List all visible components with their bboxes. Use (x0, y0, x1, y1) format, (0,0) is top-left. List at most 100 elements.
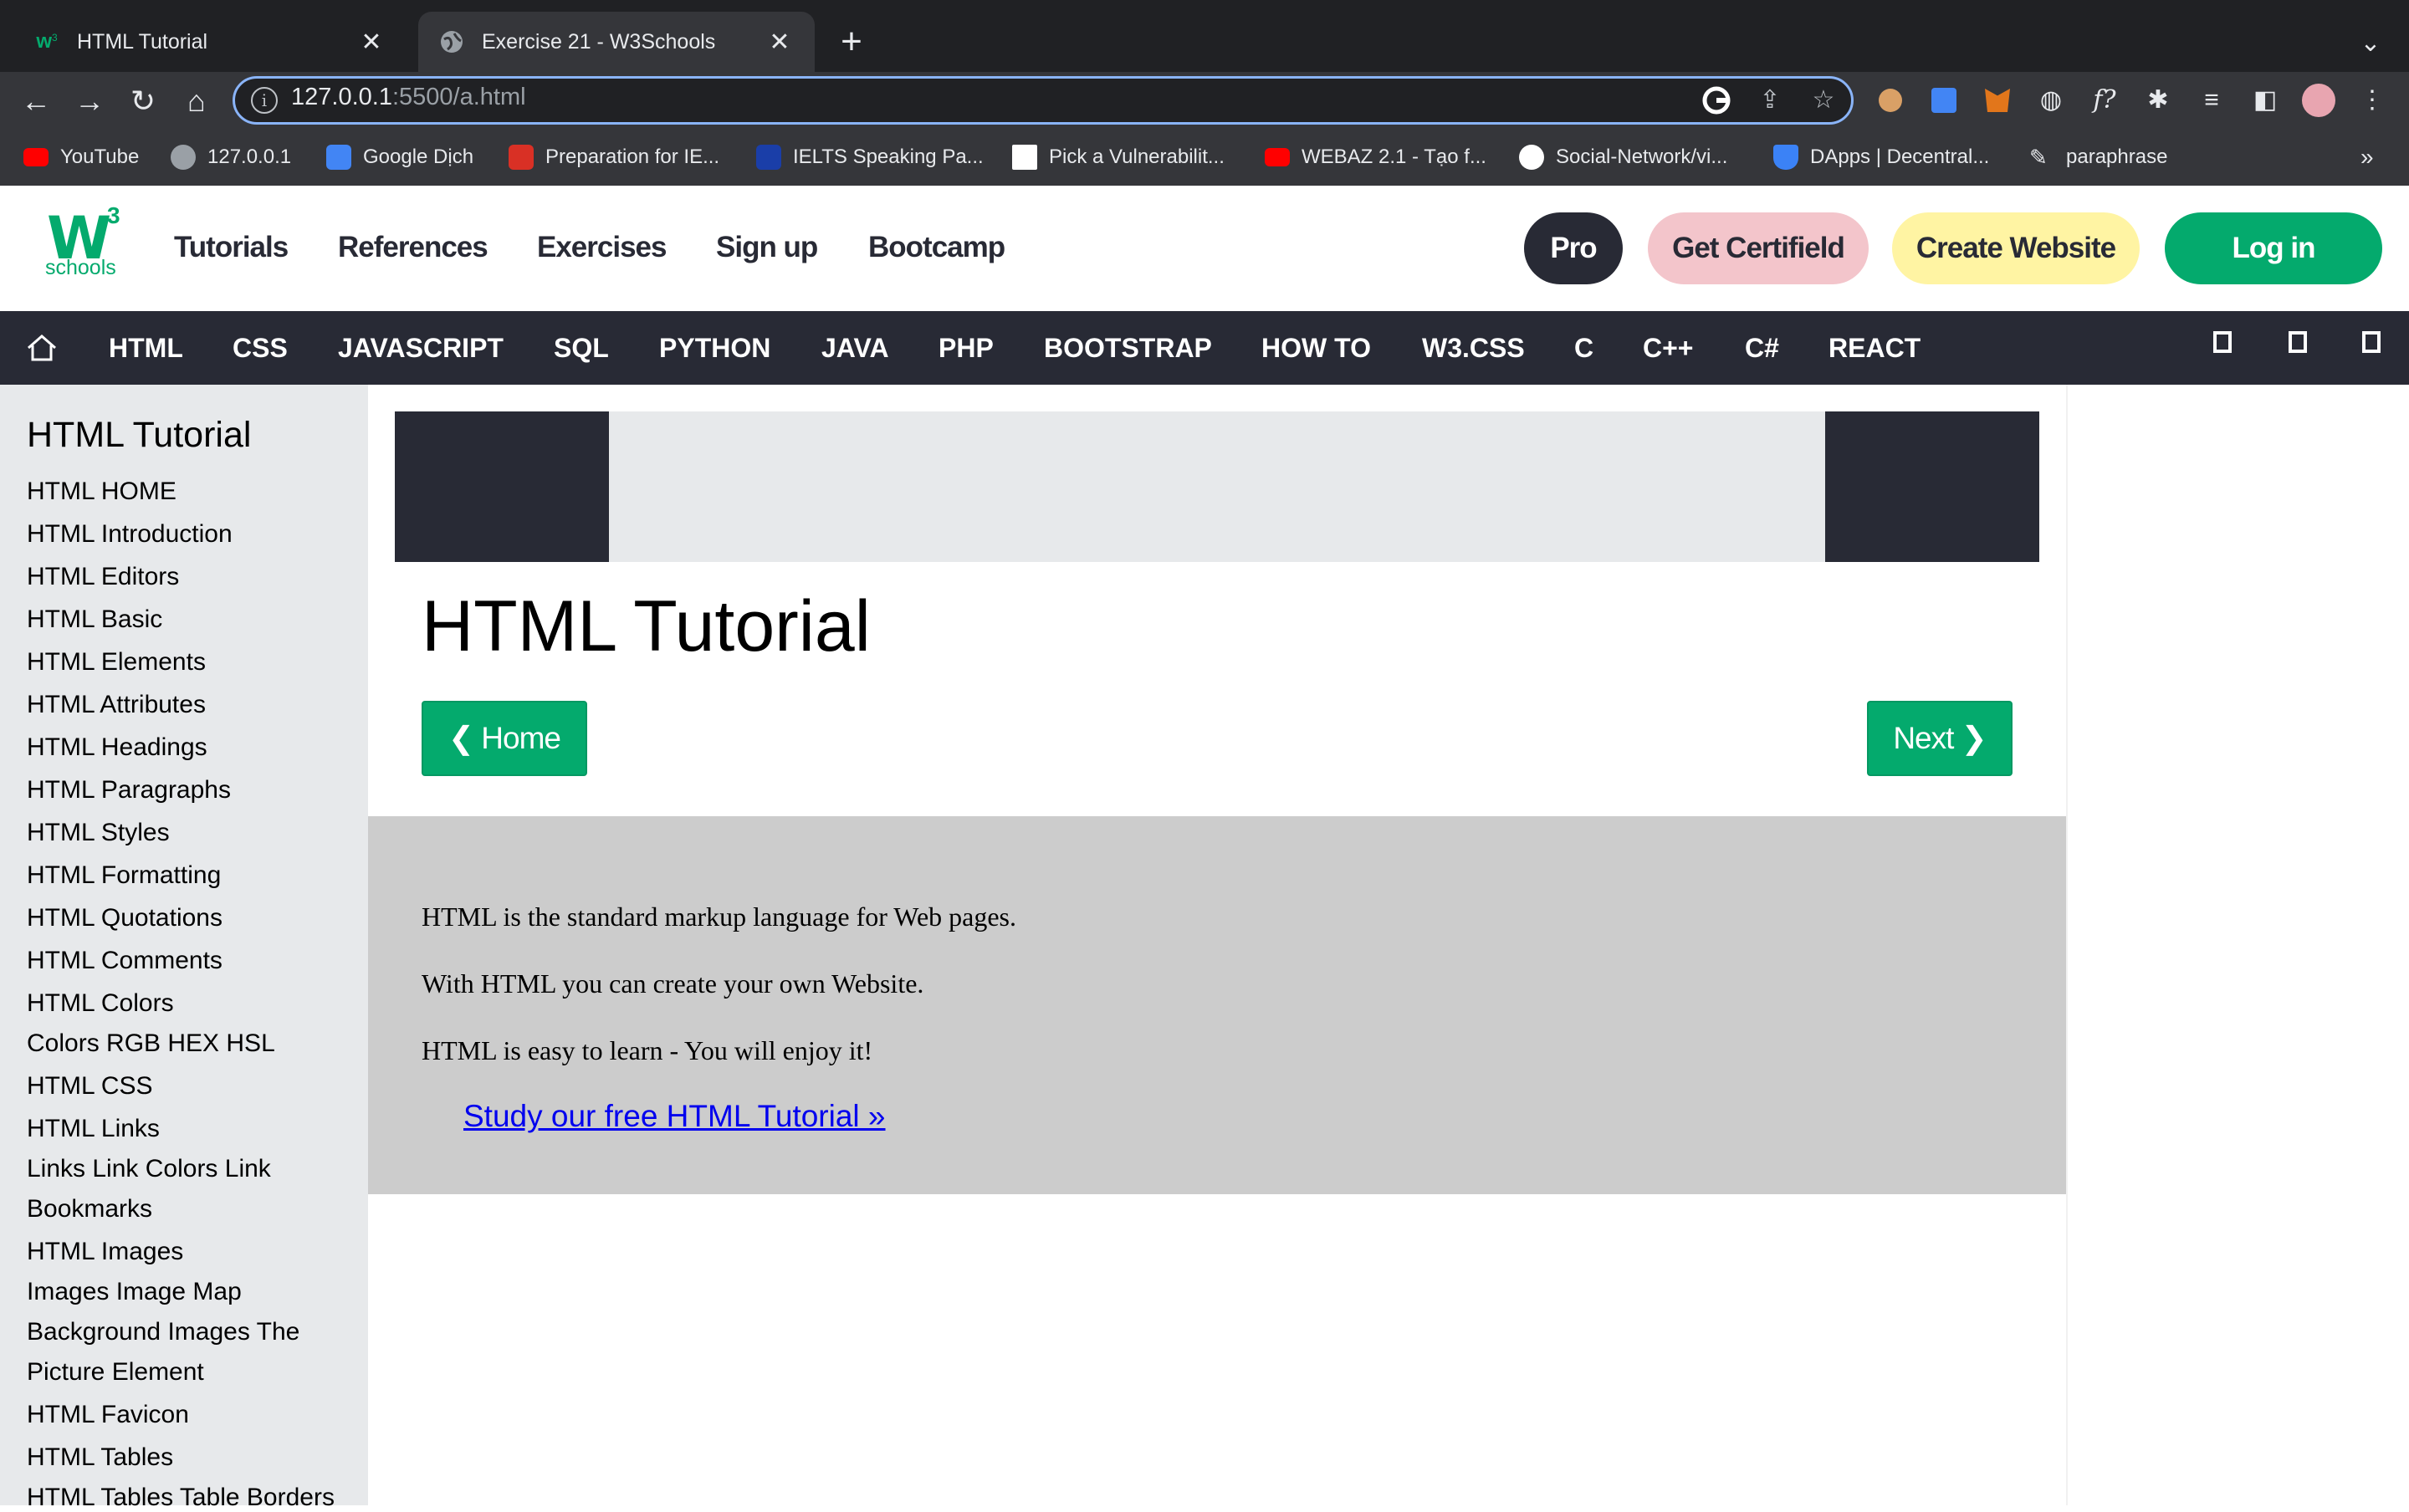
star-icon[interactable]: ☆ (1807, 84, 1840, 117)
puzzle-icon[interactable]: ✱ (2140, 82, 2176, 119)
topic-csharp[interactable]: C# (1745, 311, 1779, 385)
logo-superscript: 3 (107, 202, 120, 228)
home-icon[interactable] (25, 331, 59, 365)
logo-text: schools (45, 256, 116, 279)
share-icon[interactable]: ⇪ (1753, 84, 1787, 117)
bookmark-ielts-speaking[interactable]: IELTS Speaking Pa... (756, 140, 984, 174)
sidebar-item-images-image-map[interactable]: Images Image Map (27, 1278, 242, 1306)
bookmark-dapps[interactable]: DApps | Decentral... (1773, 140, 1989, 174)
topic-how-to[interactable]: HOW TO (1261, 311, 1371, 385)
google-icon[interactable] (1700, 84, 1733, 117)
sidebar-item-html-editors[interactable]: HTML Editors (27, 563, 179, 591)
bookmark-google-dich[interactable]: Google Dịch (326, 140, 473, 174)
search-toggle-icon[interactable] (2362, 331, 2381, 353)
sidebar-item-picture-element[interactable]: Picture Element (27, 1358, 204, 1387)
sidebar-item-html-introduction[interactable]: HTML Introduction (27, 520, 233, 549)
bookmark-localhost[interactable]: 127.0.0.1 (171, 140, 291, 174)
extension-icon[interactable]: ◍ (2033, 82, 2069, 119)
sidebar-item-html-tables-borders[interactable]: HTML Tables Table Borders (27, 1484, 335, 1512)
avatar[interactable] (2300, 82, 2337, 119)
nav-references[interactable]: References (338, 231, 488, 264)
menu-dots-icon[interactable]: ⋮ (2354, 82, 2391, 119)
intro-paragraph: HTML is easy to learn - You will enjoy i… (422, 1035, 873, 1065)
info-icon[interactable]: i (251, 87, 278, 114)
nav-sign-up[interactable]: Sign up (716, 231, 818, 264)
sidebar-item-html-attributes[interactable]: HTML Attributes (27, 691, 206, 719)
sidebar-item-html-colors[interactable]: HTML Colors (27, 989, 174, 1018)
sidebar-item-html-headings[interactable]: HTML Headings (27, 733, 207, 762)
home-icon[interactable]: ⌂ (176, 80, 217, 122)
bookmarks-overflow-button[interactable]: » (2360, 140, 2374, 174)
sidebar-item-html-elements[interactable]: HTML Elements (27, 648, 206, 677)
topic-java[interactable]: JAVA (821, 311, 889, 385)
ad-banner-left-block (395, 411, 609, 562)
sidebar-item-bookmarks[interactable]: Bookmarks (27, 1195, 152, 1223)
topic-javascript[interactable]: JAVASCRIPT (338, 311, 504, 385)
tab-html-tutorial[interactable]: w3 HTML Tutorial ✕ (13, 12, 407, 72)
url-text[interactable]: 127.0.0.1:5500/a.html (291, 84, 526, 111)
create-website-button[interactable]: Create Website (1892, 212, 2140, 284)
translate-extension-icon[interactable] (1926, 82, 1962, 119)
sidebar-item-html-comments[interactable]: HTML Comments (27, 947, 222, 975)
sidebar-item-html-styles[interactable]: HTML Styles (27, 819, 170, 847)
topic-sql[interactable]: SQL (554, 311, 609, 385)
next-button[interactable]: Next ❯ (1867, 701, 2013, 776)
bookmark-preparation-ielts[interactable]: Preparation for IE... (509, 140, 719, 174)
topic-react[interactable]: REACT (1828, 311, 1921, 385)
sidebar-item-html-tables[interactable]: HTML Tables (27, 1443, 173, 1472)
study-tutorial-link[interactable]: Study our free HTML Tutorial » (463, 1099, 886, 1134)
sidebar-item-html-formatting[interactable]: HTML Formatting (27, 861, 221, 890)
sidebar-item-html-paragraphs[interactable]: HTML Paragraphs (27, 776, 231, 805)
sidebar-item-html-css[interactable]: HTML CSS (27, 1072, 153, 1101)
topic-python[interactable]: PYTHON (659, 311, 770, 385)
sidebar-item-html-images[interactable]: HTML Images (27, 1238, 183, 1266)
globe-toggle-icon[interactable] (2289, 331, 2307, 353)
topic-cpp[interactable]: C++ (1643, 311, 1693, 385)
sidebar-item-html-favicon[interactable]: HTML Favicon (27, 1401, 189, 1429)
back-arrow-icon[interactable]: ← (15, 80, 57, 122)
bookmark-social-network[interactable]: Social-Network/vi... (1519, 140, 1727, 174)
get-certified-button[interactable]: Get Certifield (1648, 212, 1869, 284)
nav-tutorials[interactable]: Tutorials (174, 231, 289, 264)
topic-html[interactable]: HTML (109, 311, 183, 385)
sidebar-item-html-quotations[interactable]: HTML Quotations (27, 904, 222, 932)
bookmark-pick-vulnerability[interactable]: Pick a Vulnerabilit... (1012, 140, 1225, 174)
sidebar-item-links-link-colors[interactable]: Links Link Colors Link (27, 1155, 271, 1183)
theme-toggle-icon[interactable] (2213, 331, 2232, 353)
topic-php[interactable]: PHP (939, 311, 994, 385)
nav-bootcamp[interactable]: Bootcamp (868, 231, 1005, 264)
chevron-down-icon[interactable]: ⌄ (2347, 20, 2394, 67)
topic-c[interactable]: C (1574, 311, 1593, 385)
bookmark-youtube[interactable]: YouTube (23, 140, 139, 174)
close-icon[interactable]: ✕ (765, 28, 795, 57)
tab-title: Exercise 21 - W3Schools (482, 29, 716, 54)
bookmark-label: DApps | Decentral... (1810, 146, 1990, 168)
formula-extension-icon[interactable]: f? (2086, 82, 2123, 119)
grid-icon (509, 145, 534, 170)
forward-arrow-icon[interactable]: → (69, 80, 110, 122)
side-panel-icon[interactable]: ◧ (2247, 82, 2284, 119)
cookie-extension-icon[interactable] (1872, 82, 1909, 119)
sidebar-item-colors-rgb-hex-hsl[interactable]: Colors RGB HEX HSL (27, 1029, 275, 1058)
globe-icon (171, 145, 196, 170)
new-tab-button[interactable]: + (828, 20, 875, 67)
metamask-extension-icon[interactable] (1979, 82, 2016, 119)
bookmark-webaz[interactable]: WEBAZ 2.1 - Tạo f... (1265, 140, 1486, 174)
bookmark-paraphrase[interactable]: ✎ paraphrase (2029, 140, 2167, 174)
home-button[interactable]: ❮ Home (422, 701, 587, 776)
tab-exercise-21[interactable]: Exercise 21 - W3Schools ✕ (418, 12, 815, 72)
nav-exercises[interactable]: Exercises (537, 231, 667, 264)
topic-bootstrap[interactable]: BOOTSTRAP (1044, 311, 1212, 385)
topic-css[interactable]: CSS (233, 311, 288, 385)
reload-icon[interactable]: ↻ (122, 80, 164, 122)
sidebar-item-background-images[interactable]: Background Images The (27, 1318, 299, 1346)
sidebar-item-html-links[interactable]: HTML Links (27, 1115, 160, 1143)
close-icon[interactable]: ✕ (356, 28, 386, 57)
topic-w3css[interactable]: W3.CSS (1422, 311, 1525, 385)
login-button[interactable]: Log in (2165, 212, 2382, 284)
sidebar-item-html-basic[interactable]: HTML Basic (27, 605, 162, 634)
sidebar-item-html-home[interactable]: HTML HOME (27, 478, 176, 506)
github-icon (1519, 145, 1544, 170)
pro-button[interactable]: Pro (1524, 212, 1623, 284)
reading-list-icon[interactable]: ≡ (2193, 82, 2230, 119)
